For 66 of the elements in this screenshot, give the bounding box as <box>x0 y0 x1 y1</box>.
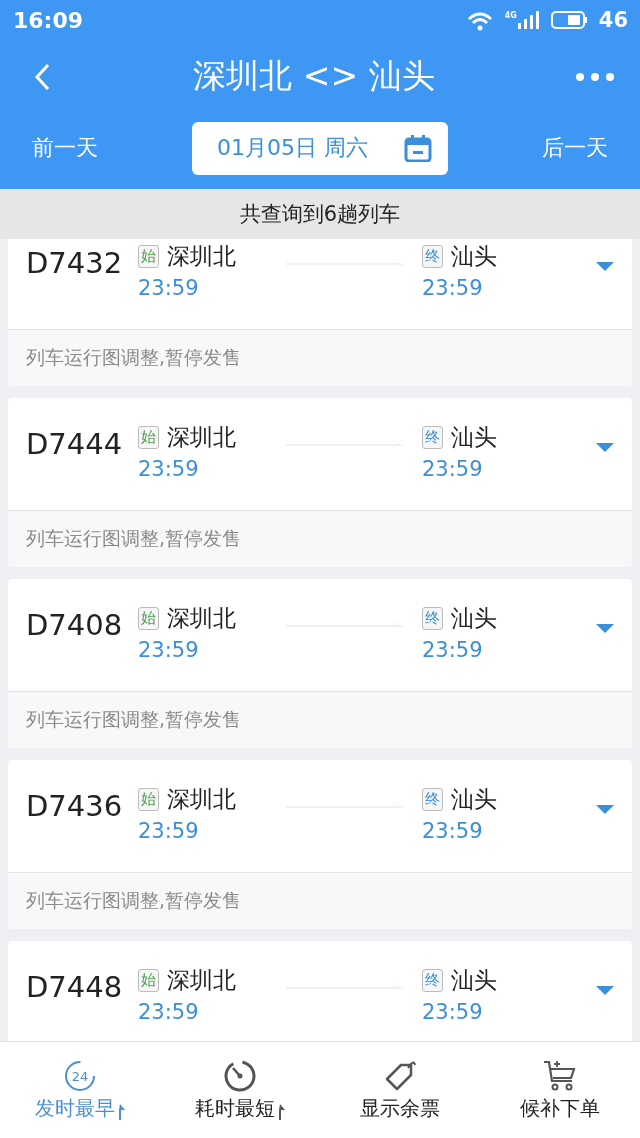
sale-status-note: 列车运行图调整,暂停发售 <box>8 510 632 567</box>
station-name: 汕头 <box>451 604 497 633</box>
train-number: D7432 <box>26 246 124 280</box>
train-card[interactable]: D7444 始 深圳北 23:59 终 汕头 23:59 列车运行图调整,暂停发售 <box>8 398 632 567</box>
station-type-badge: 始 <box>138 245 159 268</box>
page-title: 深圳北 <> 汕头 <box>193 55 435 97</box>
network-label: 4G <box>504 11 517 20</box>
sale-status-note: 列车运行图调整,暂停发售 <box>8 691 632 748</box>
train-card[interactable]: D7408 始 深圳北 23:59 终 汕头 23:59 列车运行图调整,暂停发售 <box>8 579 632 748</box>
station-name: 汕头 <box>451 966 497 995</box>
result-count-banner: 共查询到6趟列车 <box>0 189 640 239</box>
expand-caret-icon[interactable] <box>596 624 614 633</box>
station-name: 深圳北 <box>167 423 236 452</box>
train-time: 23:59 <box>422 276 484 300</box>
station-type-badge: 终 <box>422 969 443 992</box>
expand-caret-icon[interactable] <box>596 262 614 271</box>
calendar-icon <box>404 134 432 162</box>
train-number: D7444 <box>26 427 124 461</box>
wifi-icon <box>466 9 493 31</box>
station-name: 深圳北 <box>167 242 236 271</box>
station-type-badge: 终 <box>422 245 443 268</box>
train-time: 23:59 <box>422 1000 484 1024</box>
back-icon[interactable] <box>34 62 52 91</box>
stopwatch-icon <box>223 1058 257 1093</box>
station-type-badge: 始 <box>138 788 159 811</box>
station-name: 汕头 <box>451 423 497 452</box>
train-time: 23:59 <box>138 276 200 300</box>
status-time: 16:09 <box>13 7 84 33</box>
expand-caret-icon[interactable] <box>596 805 614 814</box>
train-number: D7408 <box>26 608 124 642</box>
more-icon[interactable] <box>576 72 614 81</box>
station-name: 深圳北 <box>167 966 236 995</box>
train-time: 23:59 <box>138 457 200 481</box>
sort-tab[interactable]: 候补下单 <box>480 1042 640 1138</box>
train-number: D7436 <box>26 789 124 823</box>
train-time: 23:59 <box>138 638 200 662</box>
station-name: 汕头 <box>451 785 497 814</box>
station-type-badge: 始 <box>138 426 159 449</box>
train-time: 23:59 <box>138 1000 200 1024</box>
station-name: 深圳北 <box>167 785 236 814</box>
train-time: 23:59 <box>422 457 484 481</box>
train-time: 23:59 <box>422 819 484 843</box>
train-number: D7448 <box>26 970 124 1004</box>
station-type-badge: 终 <box>422 788 443 811</box>
station-type-badge: 终 <box>422 426 443 449</box>
station-type-badge: 始 <box>138 607 159 630</box>
battery-percent: 46 <box>598 8 628 32</box>
train-time: 23:59 <box>422 638 484 662</box>
station-type-badge: 终 <box>422 607 443 630</box>
sale-status-note: 列车运行图调整,暂停发售 <box>8 872 632 929</box>
train-time: 23:59 <box>138 819 200 843</box>
sale-status-note: 列车运行图调整,暂停发售 <box>8 329 632 386</box>
station-type-badge: 始 <box>138 969 159 992</box>
train-card[interactable]: D7436 始 深圳北 23:59 终 汕头 23:59 列车运行图调整,暂停发售 <box>8 760 632 929</box>
train-card[interactable]: D7448 始 深圳北 23:59 终 汕头 23:59 <box>8 941 632 1041</box>
signal-icon <box>517 11 539 29</box>
train-card[interactable]: D7432 始 深圳北 23:59 终 汕头 23:59 列车运行图调整,暂停发售 <box>8 239 632 386</box>
station-name: 汕头 <box>451 242 497 271</box>
sort-tab[interactable]: 显示余票 <box>320 1042 480 1138</box>
battery-icon <box>550 11 587 29</box>
expand-caret-icon[interactable] <box>596 443 614 452</box>
sort-tab[interactable]: 耗时最短 <box>160 1042 320 1138</box>
clock-icon: 24 <box>63 1058 97 1093</box>
station-name: 深圳北 <box>167 604 236 633</box>
expand-caret-icon[interactable] <box>596 986 614 995</box>
cart-icon <box>543 1058 577 1093</box>
